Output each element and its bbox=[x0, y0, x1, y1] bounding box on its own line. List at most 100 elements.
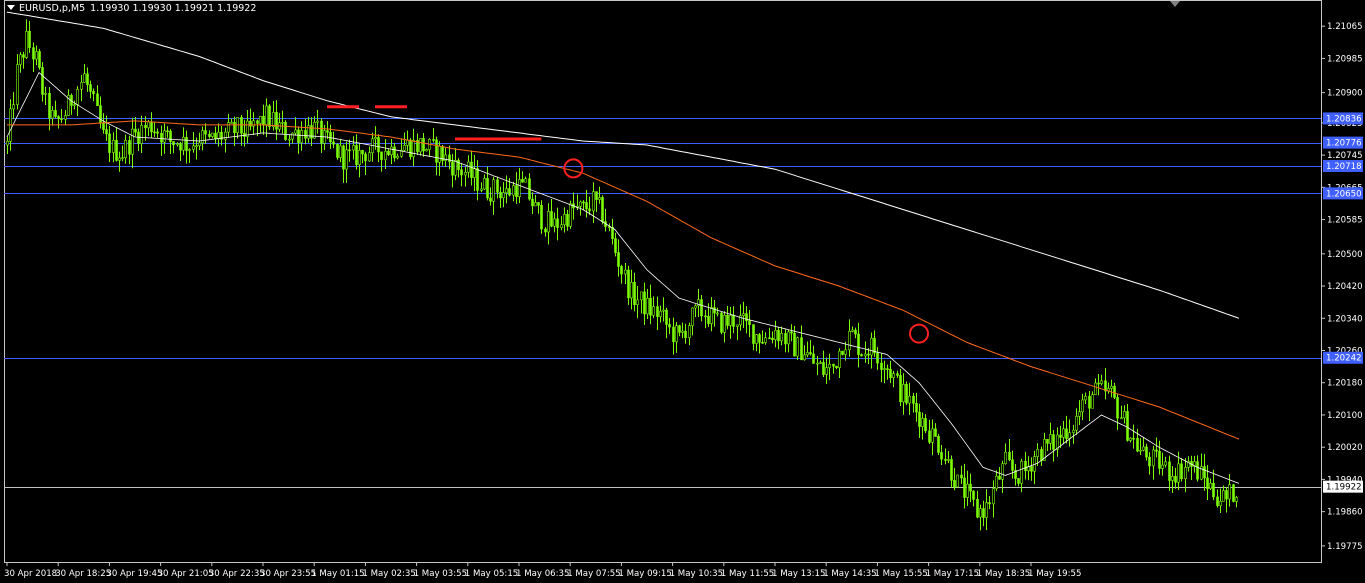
candle-body bbox=[96, 93, 99, 106]
candle-body bbox=[387, 150, 390, 156]
price-chart[interactable]: 1.210651.209851.209001.208251.207451.206… bbox=[0, 0, 1365, 583]
candle-body bbox=[1120, 417, 1123, 420]
candle-body bbox=[956, 474, 959, 488]
y-tick-label: 1.20500 bbox=[1327, 250, 1363, 260]
candle-body bbox=[198, 142, 201, 147]
candle-body bbox=[291, 132, 294, 140]
candle-body bbox=[380, 151, 383, 161]
candle-body bbox=[780, 333, 783, 342]
candle-body bbox=[102, 122, 105, 130]
candle-body bbox=[864, 353, 867, 357]
candle-body bbox=[1020, 460, 1023, 484]
candle-body bbox=[972, 490, 975, 500]
drawn-circle-marker[interactable] bbox=[563, 158, 584, 179]
candle-body bbox=[297, 129, 300, 143]
x-tick-label: 1 May 01:15 bbox=[311, 569, 364, 579]
candle-body bbox=[681, 330, 684, 333]
candle-body bbox=[672, 326, 675, 343]
candle-body bbox=[140, 125, 143, 144]
candle-body bbox=[1222, 490, 1225, 502]
candle-body bbox=[48, 93, 51, 119]
candle-body bbox=[505, 188, 508, 193]
candle-body bbox=[339, 145, 342, 158]
candle-body bbox=[656, 306, 659, 317]
candle-body bbox=[886, 368, 889, 370]
candle-body bbox=[249, 120, 252, 127]
candle-body bbox=[742, 313, 745, 316]
level-price-label: 1.20242 bbox=[1326, 354, 1362, 364]
candle-body bbox=[1174, 476, 1177, 483]
candle-body bbox=[409, 139, 412, 158]
candle-body bbox=[1081, 399, 1084, 413]
candle-body bbox=[336, 143, 339, 158]
candle-body bbox=[857, 333, 860, 355]
candle-body bbox=[912, 395, 915, 404]
candle-body bbox=[896, 373, 899, 376]
candle-body bbox=[83, 73, 86, 83]
candle-body bbox=[768, 337, 771, 340]
candle-body bbox=[1030, 466, 1033, 472]
candle-body bbox=[1113, 385, 1116, 398]
candle-body bbox=[550, 211, 553, 227]
candle-body bbox=[934, 428, 937, 437]
y-tick-label: 1.21065 bbox=[1327, 22, 1363, 32]
x-tick-label: 1 May 09:15 bbox=[618, 569, 671, 579]
candle-body bbox=[774, 330, 777, 341]
candle-body bbox=[1209, 482, 1212, 489]
drawn-circle-marker[interactable] bbox=[909, 323, 929, 344]
candle-body bbox=[963, 477, 966, 498]
candle-body bbox=[1132, 437, 1135, 440]
candle-body bbox=[988, 502, 991, 505]
candle-body bbox=[1225, 490, 1228, 500]
candle-body bbox=[208, 133, 211, 137]
candle-body bbox=[838, 350, 841, 369]
candle-body bbox=[1049, 434, 1052, 444]
candle-body bbox=[92, 91, 95, 95]
candle-body bbox=[284, 121, 287, 140]
candle-body bbox=[1158, 450, 1161, 469]
candle-body bbox=[976, 499, 979, 518]
candle-body bbox=[1068, 432, 1071, 439]
x-tick-label: 1 May 05:15 bbox=[465, 569, 518, 579]
candle-body bbox=[995, 475, 998, 489]
candle-body bbox=[1097, 382, 1100, 385]
candle-body bbox=[1228, 484, 1231, 500]
candle-body bbox=[480, 188, 483, 191]
candle-body bbox=[1075, 415, 1078, 431]
candle-body bbox=[1180, 463, 1183, 480]
candle-body bbox=[835, 365, 838, 369]
candle-body bbox=[51, 110, 54, 119]
candle-body bbox=[614, 238, 617, 253]
chart-shift-icon[interactable] bbox=[1170, 1, 1180, 7]
candle-body bbox=[720, 312, 723, 333]
candle-body bbox=[540, 204, 543, 230]
candle-body bbox=[582, 201, 585, 204]
candle-body bbox=[195, 145, 198, 148]
chart-window[interactable]: EURUSD,p,M5 1.19930 1.19930 1.19921 1.199… bbox=[0, 0, 1365, 583]
candle-body bbox=[620, 266, 623, 275]
candle-body bbox=[393, 146, 396, 159]
candle-body bbox=[160, 132, 163, 143]
candle-body bbox=[752, 324, 755, 344]
candle-body bbox=[1059, 434, 1062, 438]
candle-body bbox=[128, 140, 131, 155]
candle-body bbox=[438, 145, 441, 163]
y-tick-label: 1.20745 bbox=[1327, 151, 1363, 161]
candle-body bbox=[1206, 477, 1209, 489]
candle-body bbox=[1065, 428, 1068, 439]
candle-body bbox=[1155, 449, 1158, 452]
candle-body bbox=[144, 125, 147, 129]
candle-body bbox=[432, 139, 435, 141]
candle-body bbox=[534, 202, 537, 207]
candle-body bbox=[841, 350, 844, 355]
candle-body bbox=[966, 483, 969, 498]
x-tick-label: 1 May 17:15 bbox=[926, 569, 979, 579]
ohlc-values: 1.19930 1.19930 1.19921 1.19922 bbox=[90, 3, 257, 14]
dropdown-arrow-icon[interactable] bbox=[7, 5, 15, 10]
candle-body bbox=[1164, 461, 1167, 466]
candle-body bbox=[201, 130, 204, 144]
candle-body bbox=[1171, 476, 1174, 481]
candle-body bbox=[508, 188, 511, 196]
candle-body bbox=[54, 110, 57, 117]
candle-body bbox=[454, 160, 457, 176]
